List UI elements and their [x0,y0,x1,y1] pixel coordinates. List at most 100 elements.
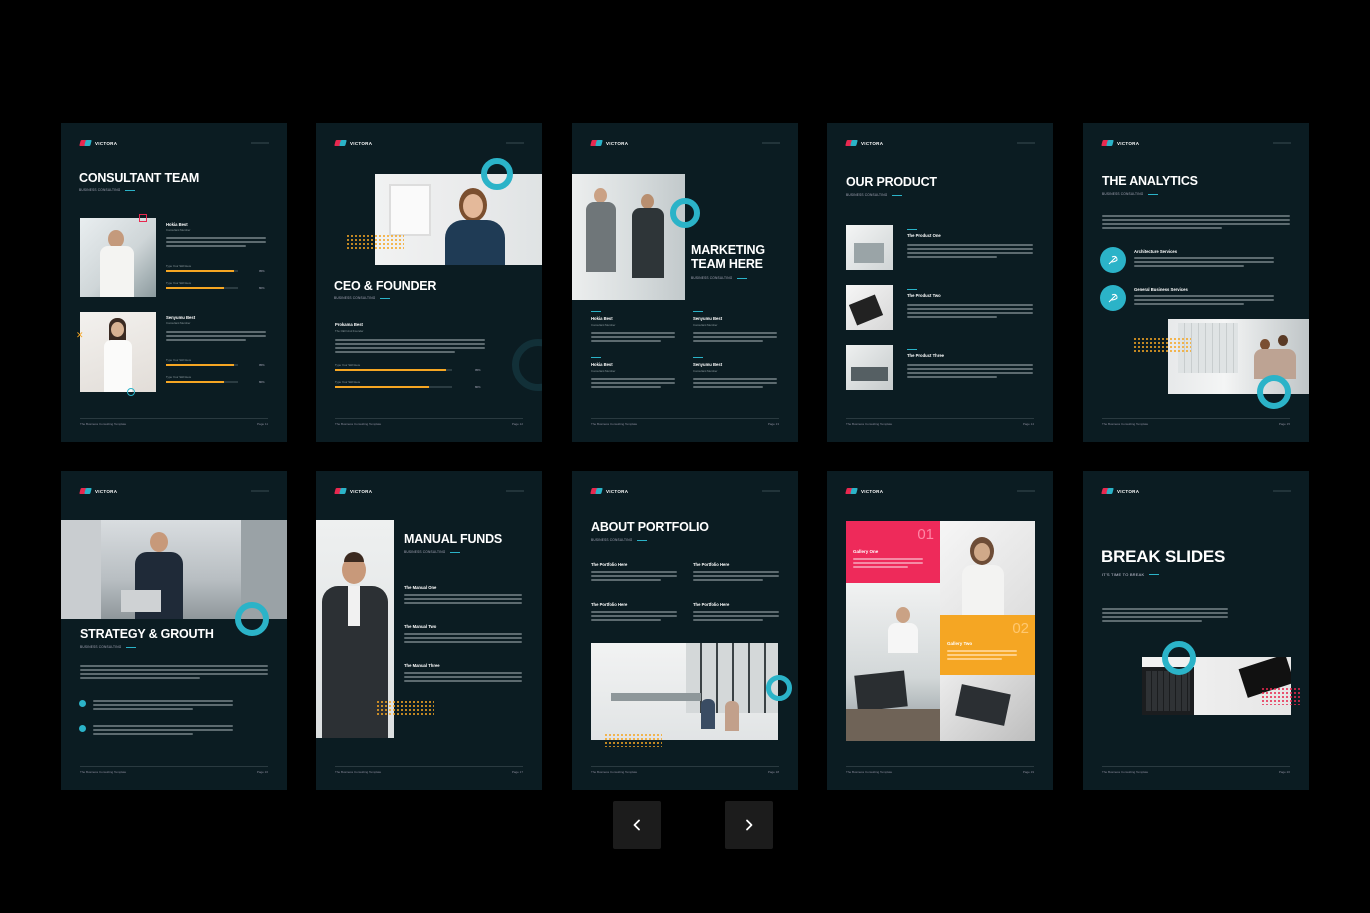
portfolio-item-title: The Portfolio Here [693,562,730,567]
slide-footer: The Business Consulting Template Page 13 [591,418,779,426]
slide-the-analytics[interactable]: VICTORA THE ANALYTICS BUSINESS CONSULTIN… [1083,123,1309,442]
logo-mark-icon [1102,140,1113,146]
ring-decoration [766,675,792,701]
corner-line [1017,490,1035,492]
skill-percent: 95% [259,363,265,367]
bullet-icon [79,700,86,707]
slide-manual-funds[interactable]: VICTORA MANUAL FUNDS BUSINESS CONSULTING… [316,471,542,790]
slide-footer: The Business Consulting Template Page 14 [846,418,1034,426]
slide-footer: The Business Consulting Template Page 19 [846,766,1034,774]
slide-subtitle: BUSINESS CONSULTING [79,188,135,192]
skill-bar [166,364,238,366]
slide-subtitle: BUSINESS CONSULTING [80,645,136,649]
slide-title: STRATEGY & GROUTH [80,627,214,641]
person-role: Consultant Member [591,323,616,327]
next-button[interactable] [725,801,773,849]
brand-logo: VICTORA [846,488,883,494]
skill-bar [166,381,238,383]
ring-decoration [670,198,700,228]
skill-label: Type Your Skill Here [335,380,361,384]
skill-label: Type Your Skill Here [166,281,192,285]
skill-percent: 80% [259,380,265,384]
brand-logo: VICTORA [846,140,883,146]
feather-icon [1100,285,1126,311]
person-role: Consultant Member [693,323,718,327]
slide-footer: The Business Consulting Template Page 16 [80,766,268,774]
slide-title: ABOUT PORTFOLIO [591,520,709,534]
skill-bar [335,369,452,371]
logo-mark-icon [591,488,602,494]
brand-name: VICTORA [95,140,118,146]
slide-about-portfolio[interactable]: VICTORA ABOUT PORTFOLIO BUSINESS CONSULT… [572,471,798,790]
logo-mark-icon [335,488,346,494]
skill-percent: 95% [259,269,265,273]
corner-line [506,142,524,144]
dot-grid-decoration [604,733,662,747]
person-role: Consultant Member [693,369,718,373]
person-role: Consultant Member [166,321,191,325]
person-photo [80,218,156,297]
product-title: The Product Two [907,293,941,298]
corner-line [1273,490,1291,492]
logo-mark-icon [335,140,346,146]
brand-logo: VICTORA [80,140,117,146]
slide-footer: The Business Consulting Template Page 12 [335,418,523,426]
person-name: Hokia Best [591,316,613,321]
slide-marketing-team[interactable]: VICTORA MARKETING TEAM HERE BUSINESS CONS… [572,123,798,442]
slide-subtitle: BUSINESS CONSULTING [1102,192,1158,196]
slide-strategy-grouth[interactable]: VICTORA STRATEGY & GROUTH BUSINESS CONSU… [61,471,287,790]
person-name: Senyumu Best [166,315,196,320]
person-name: Hokia Best [166,222,188,227]
slide-ceo-founder[interactable]: VICTORA CEO & FOUNDER BUSINESS CONSULTIN… [316,123,542,442]
slide-footer: The Business Consulting Template Page 15 [1102,418,1290,426]
skill-label: Type Your Skill Here [166,264,192,268]
product-photo [846,225,893,270]
skill-label: Type Your Skill Here [166,358,192,362]
slide-title: CEO & FOUNDER [334,279,437,293]
person-name: Senyumu Best [693,316,723,321]
skill-percent: 80% [475,385,481,389]
gallery-photo [846,583,940,741]
slide-consultant-team[interactable]: VICTORA CONSULTANT TEAM BUSINESS CONSULT… [61,123,287,442]
dot-grid-decoration [346,234,404,251]
slide-subtitle: BUSINESS CONSULTING [846,193,902,197]
corner-line [1273,142,1291,144]
skill-bar [166,270,238,272]
person-role: Consultant Member [166,228,191,232]
cross-decoration: ✕ [76,330,84,340]
slide-break-slides[interactable]: VICTORA BREAK SLIDES IT'S TIME TO BREAK … [1083,471,1309,790]
previous-button[interactable] [613,801,661,849]
portfolio-item-title: The Portfolio Here [591,562,628,567]
brand-logo: VICTORA [591,488,628,494]
chevron-left-icon [633,819,640,831]
person-role: The CEO And Founder [335,329,364,333]
slide-title: MARKETING TEAM HERE [691,243,765,272]
slide-our-product[interactable]: VICTORA OUR PRODUCT BUSINESS CONSULTING … [827,123,1053,442]
slide-title: THE ANALYTICS [1102,174,1198,188]
skill-percent: 80% [259,286,265,290]
service-title: Architecture Services [1134,249,1178,254]
brand-logo: VICTORA [591,140,628,146]
product-photo [846,285,893,330]
product-photo [846,345,893,390]
skill-percent: 95% [475,368,481,372]
gallery-one-card: 01 Gallery One [846,521,940,583]
slide-gallery[interactable]: VICTORA 01 Gallery One 02 Gallery Two Th… [827,471,1053,790]
dot-grid-decoration [376,700,434,717]
gallery-two-card: 02 Gallery Two [940,615,1035,675]
manual-item-title: The Manual One [404,585,437,590]
skill-label: Type Your Skill Here [335,363,361,367]
bullet-icon [79,725,86,732]
person-role: Consultant Member [591,369,616,373]
brand-logo: VICTORA [1102,140,1139,146]
person-name: Prokama Best [335,322,363,327]
product-title: The Product One [907,233,941,238]
feather-icon [1100,247,1126,273]
slide-title: CONSULTANT TEAM [79,171,200,185]
slide-subtitle: BUSINESS CONSULTING [591,538,647,542]
slide-subtitle: BUSINESS CONSULTING [691,276,747,280]
skill-label: Type Your Skill Here [166,375,192,379]
corner-line [251,142,269,144]
ring-decoration [127,388,135,396]
person-name: Senyumu Best [693,362,723,367]
